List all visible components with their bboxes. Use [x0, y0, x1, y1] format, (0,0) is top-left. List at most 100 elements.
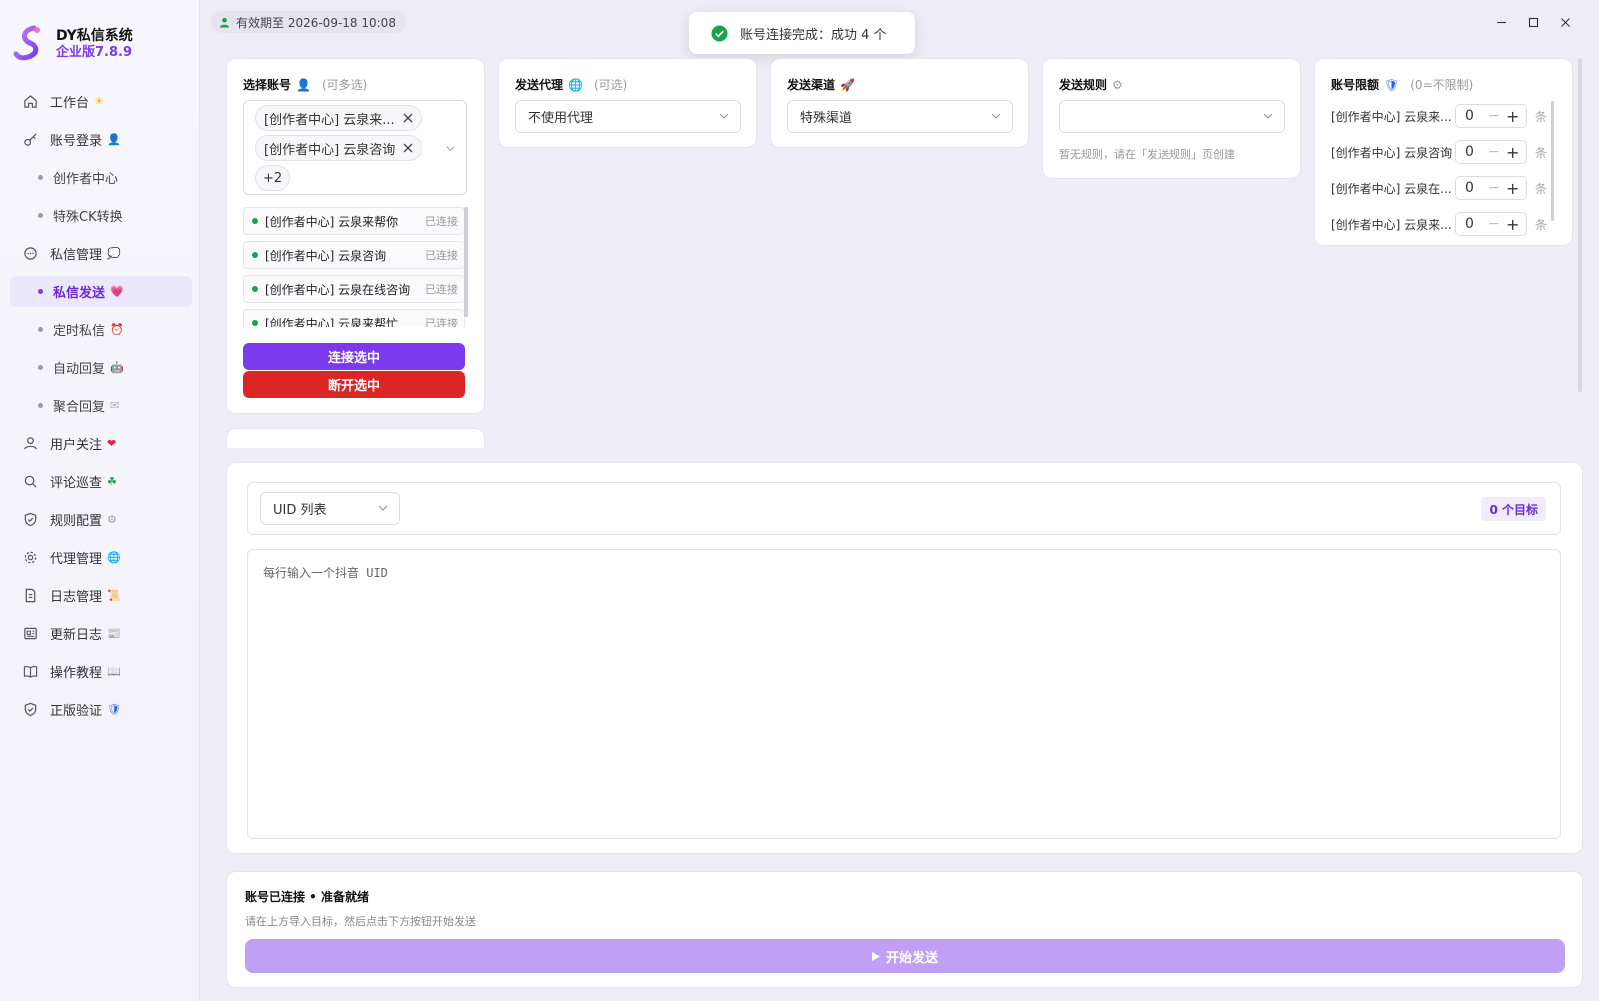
newspaper-icon: 📰 — [107, 627, 121, 640]
sidebar-item-creator-center[interactable]: 创作者中心 — [10, 162, 192, 193]
list-item[interactable]: [创作者中心] 云泉咨询 已连接 — [243, 241, 465, 269]
quantity-stepper[interactable]: 0 − + — [1455, 176, 1527, 200]
unit-label: 条 — [1535, 181, 1548, 196]
limit-row: [创作者中心] 云泉来... 0 − + 条 — [1331, 212, 1571, 236]
card-title-text: 发送渠道 — [787, 78, 836, 92]
sidebar-item-label: 规则配置 — [50, 514, 103, 529]
shield-icon — [22, 512, 38, 528]
stepper-value: 0 — [1465, 108, 1474, 124]
plus-icon[interactable]: + — [1506, 107, 1519, 126]
sidebar-item-rule-config[interactable]: 规则配置 ⚙ — [10, 504, 192, 535]
sidebar-item-label: 工作台 — [50, 96, 90, 111]
minimize-button[interactable] — [1485, 13, 1517, 31]
list-item[interactable]: [创作者中心] 云泉在线咨询 已连接 — [243, 275, 465, 303]
send-proxy-card: 发送代理 🌐 (可选) 不使用代理 — [498, 58, 757, 148]
sidebar-item-license-verify[interactable]: 正版验证 🛡 — [10, 694, 192, 725]
sidebar-item-label: 私信管理 — [50, 248, 103, 263]
sidebar-item-scheduled-message[interactable]: 定时私信 ⏰ — [10, 314, 192, 345]
search-icon — [22, 474, 38, 490]
sidebar-item-workbench[interactable]: 工作台 ☀ — [10, 86, 192, 117]
proxy-select-value: 不使用代理 — [528, 111, 594, 126]
card-title: 账号限额 🛡 (0=不限制) — [1331, 76, 1473, 93]
sidebar-item-label: 私信发送 — [53, 286, 106, 301]
uid-textarea-placeholder: 每行输入一个抖音 UID — [263, 566, 388, 580]
sidebar-item-special-ck[interactable]: 特殊CK转换 — [10, 200, 192, 231]
chevron-down-icon — [446, 146, 455, 152]
maximize-button[interactable] — [1517, 13, 1549, 31]
minus-icon[interactable]: − — [1488, 216, 1500, 232]
sidebar-item-comment-patrol[interactable]: 评论巡查 ☘ — [10, 466, 192, 497]
shield-check-icon — [22, 702, 38, 718]
close-window-button[interactable] — [1549, 13, 1581, 31]
card-hint: (可选) — [593, 78, 628, 92]
minus-icon[interactable]: − — [1488, 144, 1500, 160]
send-panel: 账号已连接 • 准备就绪 请在上方导入目标，然后点击下方按钮开始发送 开始发送 — [226, 871, 1583, 988]
minus-icon[interactable]: − — [1488, 108, 1500, 124]
rule-select[interactable] — [1059, 100, 1285, 133]
limit-list-scrollbar[interactable] — [1551, 101, 1554, 221]
sidebar-item-update-log[interactable]: 更新日志 📰 — [10, 618, 192, 649]
minus-icon[interactable]: − — [1488, 180, 1500, 196]
home-icon — [22, 94, 38, 110]
status-badge: 已连接 — [425, 249, 458, 262]
gear-emoji-icon: ⚙ — [107, 513, 117, 526]
sidebar-item-auto-reply[interactable]: 自动回复 🤖 — [10, 352, 192, 383]
sidebar-item-proxy-management[interactable]: 代理管理 🌐 — [10, 542, 192, 573]
chat-icon — [22, 246, 38, 262]
target-count-badge: 0 个目标 — [1481, 497, 1546, 521]
status-badge: 已连接 — [425, 317, 458, 327]
sidebar-item-label: 正版验证 — [50, 704, 103, 719]
sidebar-item-label: 操作教程 — [50, 666, 103, 681]
quantity-stepper[interactable]: 0 − + — [1455, 104, 1527, 128]
proxy-select[interactable]: 不使用代理 — [515, 100, 741, 133]
app-name: DY私信系统 — [56, 28, 133, 44]
status-dot — [252, 252, 258, 258]
sidebar-item-message-management[interactable]: 私信管理 💭 — [10, 238, 192, 269]
selected-account-tag: [创作者中心] 云泉咨询 — [255, 135, 423, 161]
start-send-button[interactable]: 开始发送 — [245, 939, 1565, 973]
account-multiselect[interactable]: [创作者中心] 云泉来... [创作者中心] 云泉咨询 +2 — [243, 100, 467, 195]
status-dot — [252, 320, 258, 326]
list-item[interactable]: [创作者中心] 云泉来帮忙 已连接 — [243, 309, 465, 327]
close-icon[interactable] — [403, 143, 413, 153]
unit-label: 条 — [1535, 109, 1548, 124]
limit-account-label: [创作者中心] 云泉来... — [1331, 217, 1452, 232]
bullet-dot — [38, 403, 43, 408]
more-tags-badge: +2 — [255, 165, 291, 191]
heart-icon: 💗 — [110, 285, 124, 298]
bullet-dot — [38, 365, 43, 370]
quantity-stepper[interactable]: 0 − + — [1455, 212, 1527, 236]
sun-icon: ☀ — [94, 95, 104, 108]
target-type-select[interactable]: UID 列表 — [260, 492, 400, 525]
sidebar-item-aggregate-reply[interactable]: 聚合回复 ✉ — [10, 390, 192, 421]
bullet-dot — [38, 327, 43, 332]
plus-icon[interactable]: + — [1506, 215, 1519, 234]
sidebar-item-log-management[interactable]: 日志管理 📜 — [10, 580, 192, 611]
gear-icon — [22, 550, 38, 566]
list-item[interactable]: [创作者中心] 云泉来帮你 已连接 — [243, 207, 465, 235]
account-list-scrollbar[interactable] — [464, 207, 468, 317]
bullet-dot — [38, 213, 43, 218]
close-icon[interactable] — [403, 113, 413, 123]
uid-textarea[interactable]: 每行输入一个抖音 UID — [247, 549, 1561, 839]
sidebar-item-account-login[interactable]: 账号登录 👤 — [10, 124, 192, 155]
quantity-stepper[interactable]: 0 − + — [1455, 140, 1527, 164]
connect-selected-button[interactable]: 连接选中 — [243, 343, 465, 370]
channel-select[interactable]: 特殊渠道 — [787, 100, 1013, 133]
document-icon — [22, 588, 38, 604]
sidebar-item-tutorial[interactable]: 操作教程 📖 — [10, 656, 192, 687]
sidebar-item-message-send[interactable]: 私信发送 💗 — [10, 276, 192, 307]
sidebar-item-user-follow[interactable]: 用户关注 ❤ — [10, 428, 192, 459]
toast-notification: 账号连接完成：成功 4 个 — [689, 12, 915, 54]
thought-bubble-icon: 💭 — [107, 247, 121, 260]
plus-icon[interactable]: + — [1506, 143, 1519, 162]
more-count: +2 — [263, 170, 283, 186]
account-name: [创作者中心] 云泉来帮忙 — [265, 316, 399, 328]
uid-toolbar: UID 列表 0 个目标 — [247, 482, 1561, 535]
disconnect-selected-button[interactable]: 断开选中 — [243, 371, 465, 398]
gear-icon: ⚙ — [1112, 77, 1123, 92]
status-dot — [252, 218, 258, 224]
page-scrollbar[interactable] — [1578, 58, 1582, 392]
sidebar-item-label: 自动回复 — [53, 362, 106, 377]
plus-icon[interactable]: + — [1506, 179, 1519, 198]
